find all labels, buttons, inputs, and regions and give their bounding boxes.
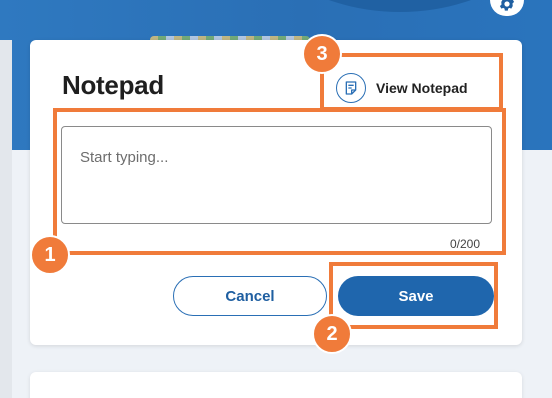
callout-box-save [329,262,498,329]
callout-box-notepad-input [53,108,506,255]
callout-box-view-notepad [320,53,503,111]
gear-icon-graphic [499,0,515,11]
callout-badge-2: 2 [312,314,352,354]
left-panel-edge [0,40,12,398]
cancel-button[interactable]: Cancel [173,276,327,316]
secondary-card [30,372,522,398]
notepad-title: Notepad [62,70,164,100]
callout-badge-3: 3 [302,34,342,74]
callout-badge-1: 1 [30,235,70,275]
